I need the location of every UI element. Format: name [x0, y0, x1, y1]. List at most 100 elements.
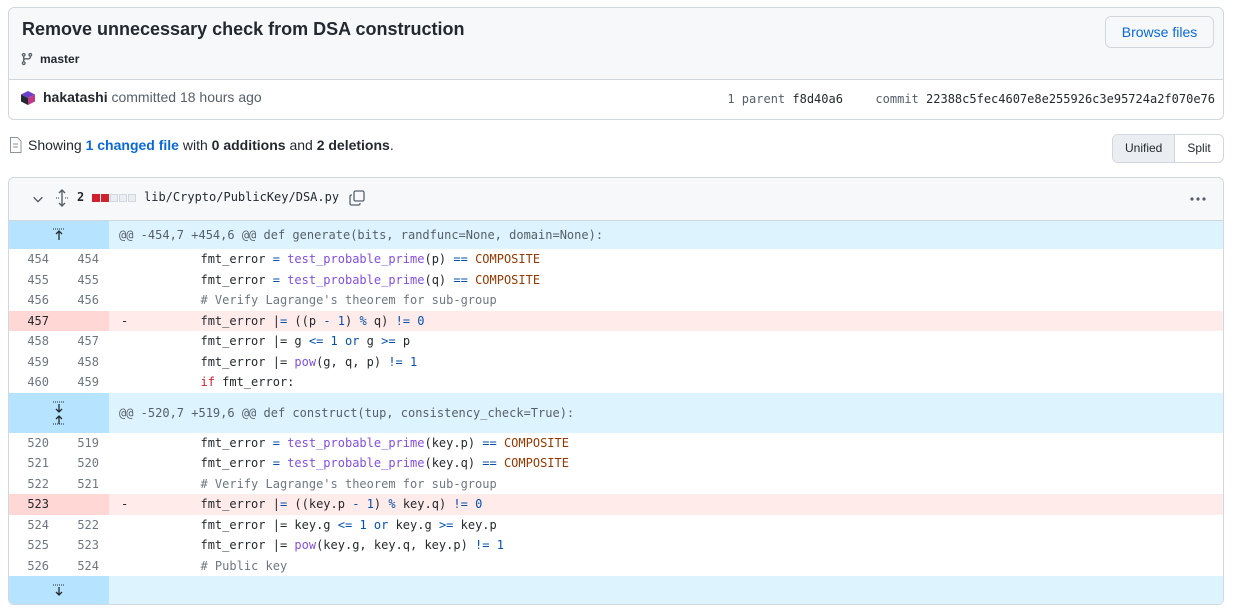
diffstat-bars [92, 194, 137, 202]
code-line: # Verify Lagrange's theorem for sub-grou… [109, 290, 1223, 311]
chevron-down-icon[interactable] [31, 192, 45, 206]
new-line-number [59, 494, 109, 515]
old-line-number[interactable]: 523 [9, 494, 59, 515]
summary-suffix: . [389, 137, 394, 153]
hunk-header: @@ -520,7 +519,6 @@ def construct(tup, c… [109, 392, 1223, 433]
diff-view-toggle: Unified Split [1112, 134, 1224, 163]
author-name[interactable]: hakatashi [43, 89, 108, 105]
additions-count: 0 additions [211, 137, 286, 153]
changed-files-link[interactable]: 1 changed file [86, 137, 179, 153]
expand-down-icon[interactable] [52, 401, 66, 413]
branch-name[interactable]: master [40, 52, 79, 66]
old-line-number[interactable]: 521 [9, 453, 59, 474]
diff-line-deleted: 457 - fmt_error |= ((p - 1) % q) != 0 [9, 310, 1223, 331]
hunk-footer-row [9, 576, 1223, 604]
expand-down-icon [53, 584, 65, 596]
code-line: fmt_error |= pow(key.g, key.q, key.p) !=… [121, 538, 504, 552]
deletions-count: 2 deletions [316, 137, 390, 153]
parent-sha-link[interactable]: f8d40a6 [792, 92, 843, 106]
old-line-number[interactable]: 459 [9, 352, 59, 373]
file-diff-icon [10, 137, 22, 153]
diffstat-block [128, 194, 136, 202]
copy-icon[interactable] [349, 190, 365, 206]
old-line-number[interactable]: 525 [9, 535, 59, 556]
hunk-header: @@ -454,7 +454,6 @@ def generate(bits, r… [109, 221, 1223, 249]
diffstat-block [110, 194, 118, 202]
summary-mid2: and [289, 137, 313, 153]
code-line: fmt_error |= g <= 1 or g >= p [121, 334, 411, 348]
deletion-marker: - [121, 497, 129, 511]
old-line-number[interactable]: 520 [9, 433, 59, 454]
commit-title-bar: Remove unnecessary check from DSA constr… [9, 8, 1223, 80]
kebab-horizontal-icon[interactable] [1189, 191, 1207, 207]
new-line-number[interactable]: 521 [59, 474, 109, 495]
hunk-header-row: @@ -454,7 +454,6 @@ def generate(bits, r… [9, 221, 1223, 249]
avatar[interactable] [20, 90, 36, 106]
old-line-number[interactable]: 460 [9, 372, 59, 393]
diff-line: 524 522 fmt_error |= key.g <= 1 or key.g … [9, 515, 1223, 536]
diff-line: 454 454 fmt_error = test_probable_prime(p… [9, 249, 1223, 270]
new-line-number[interactable]: 455 [59, 270, 109, 291]
code-line: - fmt_error |= ((key.p - 1) % key.q) != … [109, 494, 1223, 515]
diffstat-block [119, 194, 127, 202]
old-line-number[interactable]: 526 [9, 556, 59, 577]
commit-meta: hakatashi committed 18 hours ago 1 paren… [9, 80, 1223, 119]
diffstat-block [92, 194, 100, 202]
diff-line: 520 519 fmt_error = test_probable_prime(k… [9, 433, 1223, 454]
hunk-header-row: @@ -520,7 +519,6 @@ def construct(tup, c… [9, 392, 1223, 433]
commit-title: Remove unnecessary check from DSA constr… [22, 19, 465, 39]
code-line: # Verify Lagrange's theorem for sub-grou… [109, 474, 1223, 495]
old-line-number[interactable]: 454 [9, 249, 59, 270]
new-line-number [59, 310, 109, 331]
new-line-number[interactable]: 519 [59, 433, 109, 454]
deletion-marker: - [121, 313, 129, 328]
diff-table: @@ -454,7 +454,6 @@ def generate(bits, r… [9, 221, 1223, 604]
diff-line: 460 459 if fmt_error: [9, 372, 1223, 393]
file-diff: 2 lib/Crypto/PublicKey/DSA.py @@ -454,7 … [8, 177, 1224, 605]
diff-line: 521 520 fmt_error = test_probable_prime(k… [9, 453, 1223, 474]
code-line: fmt_error |= pow(g, q, p) != 1 [121, 354, 418, 369]
new-line-number[interactable]: 456 [59, 290, 109, 311]
old-line-number[interactable]: 524 [9, 515, 59, 536]
summary-mid1: with [182, 137, 208, 153]
expand-up-button[interactable] [9, 221, 109, 249]
new-line-number[interactable]: 454 [59, 249, 109, 270]
code-comment: # Public key [200, 558, 288, 573]
diffstat-block [101, 194, 109, 202]
code-line: fmt_error = test_probable_prime(key.p) =… [121, 435, 569, 450]
branch-indicator[interactable]: master [20, 52, 79, 66]
code-comment: # Verify Lagrange's theorem for sub-grou… [200, 293, 497, 307]
old-line-number[interactable]: 455 [9, 270, 59, 291]
code-line: fmt_error |= key.g <= 1 or key.g >= key.… [121, 517, 497, 532]
code-line: fmt_error = test_probable_prime(q) == CO… [121, 272, 541, 287]
code-line: fmt_error = test_probable_prime(key.q) =… [121, 456, 569, 470]
diff-line: 525 523 fmt_error |= pow(key.g, key.q, ke… [9, 535, 1223, 556]
old-line-number[interactable]: 522 [9, 474, 59, 495]
file-path-link[interactable]: lib/Crypto/PublicKey/DSA.py [144, 190, 339, 204]
new-line-number[interactable]: 523 [59, 535, 109, 556]
old-line-number[interactable]: 456 [9, 290, 59, 311]
expand-up-icon[interactable] [52, 413, 66, 425]
code-line: # Public key [109, 556, 1223, 577]
new-line-number[interactable]: 524 [59, 556, 109, 577]
split-view-button[interactable]: Split [1175, 135, 1222, 162]
diff-line: 522 521 # Verify Lagrange's theorem for s… [9, 474, 1223, 495]
expand-both-button[interactable] [9, 392, 109, 433]
old-line-number[interactable]: 458 [9, 331, 59, 352]
browse-files-button[interactable]: Browse files [1105, 16, 1214, 48]
commit-author-line: hakatashi committed 18 hours ago [43, 89, 262, 105]
old-line-number[interactable]: 457 [9, 310, 59, 331]
code-comment: # Verify Lagrange's theorem for sub-grou… [200, 476, 497, 491]
diff-summary: Showing 1 changed file with 0 additions … [9, 137, 394, 153]
diff-line: 459 458 fmt_error |= pow(g, q, p) != 1 [9, 352, 1223, 373]
git-branch-icon [21, 52, 33, 66]
new-line-number[interactable]: 520 [59, 453, 109, 474]
expand-down-button[interactable] [9, 576, 109, 604]
new-line-number[interactable]: 457 [59, 331, 109, 352]
new-line-number[interactable]: 458 [59, 352, 109, 373]
new-line-number[interactable]: 522 [59, 515, 109, 536]
summary-prefix: Showing [28, 137, 82, 153]
unified-view-button[interactable]: Unified [1113, 135, 1176, 162]
new-line-number[interactable]: 459 [59, 372, 109, 393]
expand-all-icon[interactable] [55, 189, 69, 207]
